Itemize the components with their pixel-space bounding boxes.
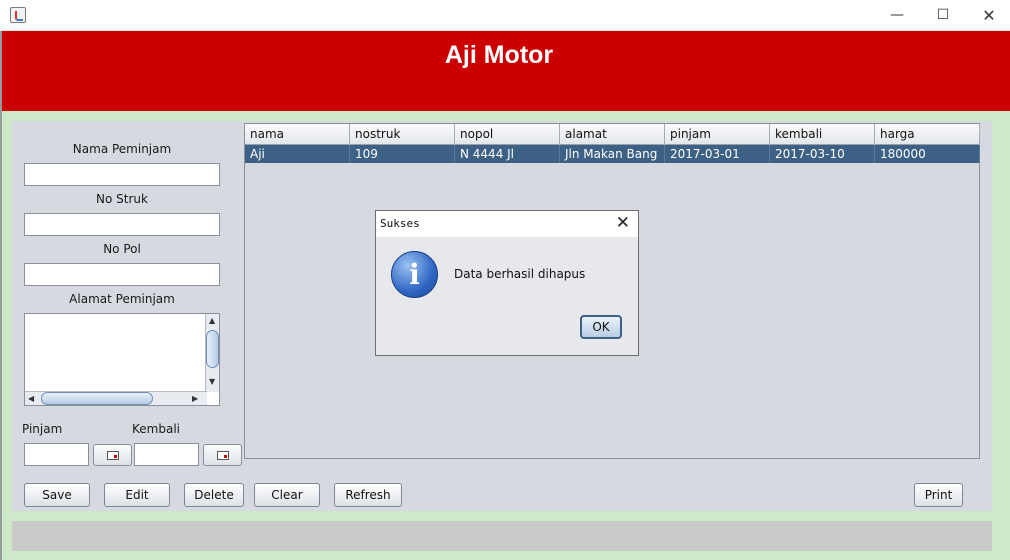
column-header-kembali[interactable]: kembali <box>770 124 875 145</box>
nama-peminjam-field[interactable] <box>24 163 220 186</box>
pinjam-label: Pinjam <box>22 422 63 436</box>
header-banner: Aji Motor <box>2 31 1010 111</box>
success-dialog: Sukses ✕ i Data berhasil dihapus OK <box>375 210 639 356</box>
close-window-button[interactable]: ✕ <box>966 0 1010 31</box>
dialog-title-bar: Sukses ✕ <box>376 211 638 237</box>
table-cell: Jln Makan Bang <box>560 145 665 163</box>
nama-peminjam-label: Nama Peminjam <box>72 142 172 156</box>
horizontal-scroll-thumb[interactable] <box>41 392 153 405</box>
table-cell: 2017-03-01 <box>665 145 770 163</box>
delete-button[interactable]: Delete <box>184 483 244 507</box>
table-header: nama nostruk nopol alamat pinjam kembali… <box>245 124 980 145</box>
column-header-nostruk[interactable]: nostruk <box>350 124 455 145</box>
scroll-up-icon[interactable]: ▲ <box>209 316 215 325</box>
pinjam-calendar-button[interactable] <box>93 444 132 466</box>
kembali-label: Kembali <box>132 422 180 436</box>
maximize-button[interactable]: ☐ <box>920 0 966 31</box>
table-cell: 180000 <box>875 145 980 163</box>
alamat-peminjam-textarea[interactable]: ▲ ▼ ◀ ▶ <box>24 313 220 406</box>
info-icon: i <box>391 251 438 298</box>
table-cell: Aji <box>245 145 350 163</box>
table-cell: 2017-03-10 <box>770 145 875 163</box>
vertical-scroll-thumb[interactable] <box>206 330 219 368</box>
scroll-left-icon[interactable]: ◀ <box>28 394 34 403</box>
table-row[interactable]: Aji 109 N 4444 Jl Jln Makan Bang 2017-03… <box>245 145 980 163</box>
save-button[interactable]: Save <box>24 483 90 507</box>
clear-button[interactable]: Clear <box>254 483 320 507</box>
column-header-nama[interactable]: nama <box>245 124 350 145</box>
no-pol-label: No Pol <box>103 242 141 256</box>
no-pol-field[interactable] <box>24 263 220 286</box>
vertical-scrollbar[interactable]: ▲ ▼ <box>205 314 219 392</box>
no-struk-field[interactable] <box>24 213 220 236</box>
app-title: Aji Motor <box>444 41 554 69</box>
edit-button[interactable]: Edit <box>104 483 170 507</box>
title-bar: — ☐ ✕ <box>0 0 1010 31</box>
table-cell: 109 <box>350 145 455 163</box>
horizontal-scrollbar[interactable]: ◀ ▶ <box>25 391 207 405</box>
no-struk-label: No Struk <box>96 192 148 206</box>
java-app-icon <box>10 7 26 23</box>
alamat-peminjam-label: Alamat Peminjam <box>69 292 175 306</box>
scroll-right-icon[interactable]: ▶ <box>192 394 198 403</box>
column-header-alamat[interactable]: alamat <box>560 124 665 145</box>
calendar-icon <box>217 451 229 460</box>
print-button[interactable]: Print <box>914 483 963 507</box>
minimize-button[interactable]: — <box>874 0 920 31</box>
table-cell: N 4444 Jl <box>455 145 560 163</box>
app-window: — ☐ ✕ Aji Motor Nama Peminjam No Struk N… <box>0 0 1010 560</box>
scroll-down-icon[interactable]: ▼ <box>209 377 215 386</box>
pinjam-date-field[interactable] <box>24 443 89 466</box>
dialog-message: Data berhasil dihapus <box>454 267 586 281</box>
kembali-date-field[interactable] <box>134 443 199 466</box>
column-header-harga[interactable]: harga <box>875 124 980 145</box>
kembali-calendar-button[interactable] <box>203 444 242 466</box>
refresh-button[interactable]: Refresh <box>334 483 402 507</box>
column-header-pinjam[interactable]: pinjam <box>665 124 770 145</box>
close-icon[interactable]: ✕ <box>616 213 630 233</box>
dialog-title: Sukses <box>380 217 420 230</box>
ok-button[interactable]: OK <box>580 315 622 339</box>
status-bar <box>12 521 992 551</box>
column-header-nopol[interactable]: nopol <box>455 124 560 145</box>
calendar-icon <box>107 451 119 460</box>
